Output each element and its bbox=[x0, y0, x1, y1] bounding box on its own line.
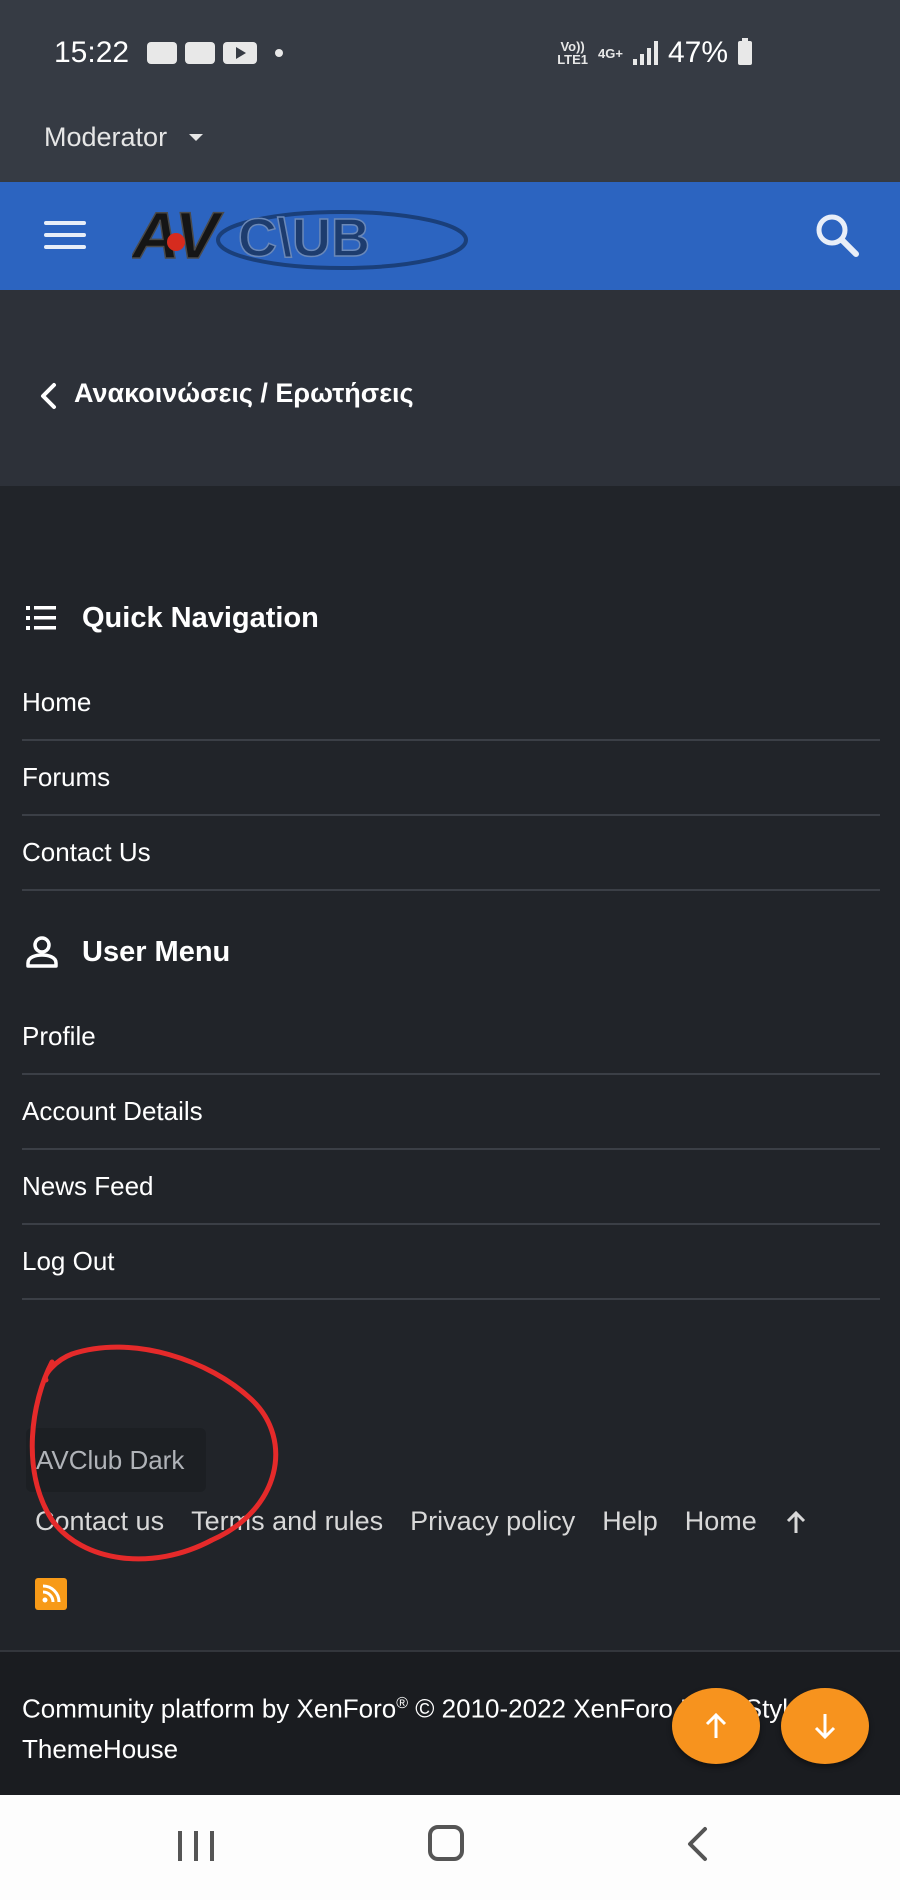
breadcrumb: Ανακοινώσεις / Ερωτήσεις bbox=[0, 290, 900, 486]
footer-link-terms[interactable]: Terms and rules bbox=[191, 1506, 383, 1537]
breadcrumb-link[interactable]: Ανακοινώσεις / Ερωτήσεις bbox=[74, 378, 414, 409]
site-header: AV C\UB bbox=[0, 182, 900, 290]
signal-icon bbox=[632, 41, 658, 65]
user-menu-account-details[interactable]: Account Details bbox=[22, 1075, 880, 1150]
scroll-bottom-button[interactable] bbox=[781, 1688, 869, 1764]
footer-links: Contact us Terms and rules Privacy polic… bbox=[35, 1506, 808, 1537]
nav-item-home[interactable]: Home bbox=[22, 666, 880, 741]
moderator-bar: Moderator bbox=[0, 110, 900, 182]
quick-navigation-heading: Quick Navigation bbox=[22, 598, 319, 638]
list-icon bbox=[26, 606, 56, 630]
chevron-down-icon[interactable] bbox=[189, 134, 203, 141]
outlook-icon bbox=[147, 42, 177, 64]
user-menu-log-out[interactable]: Log Out bbox=[22, 1225, 880, 1300]
footer-link-privacy[interactable]: Privacy policy bbox=[410, 1506, 575, 1537]
copyright-bar: Community platform by XenForo® © 2010-20… bbox=[0, 1650, 900, 1795]
volte-indicator: Vo)) LTE1 bbox=[557, 39, 589, 67]
footer-link-help[interactable]: Help bbox=[602, 1506, 658, 1537]
user-menu-heading: User Menu bbox=[22, 932, 230, 972]
recents-icon[interactable] bbox=[178, 1831, 214, 1861]
nav-item-contact-us[interactable]: Contact Us bbox=[22, 816, 880, 891]
more-notifications-icon bbox=[275, 49, 283, 57]
moderator-menu[interactable]: Moderator bbox=[44, 122, 167, 153]
chevron-left-icon[interactable] bbox=[38, 382, 58, 410]
status-time: 15:22 bbox=[54, 36, 130, 69]
back-icon[interactable] bbox=[685, 1825, 709, 1863]
arrow-down-icon bbox=[814, 1714, 836, 1740]
battery-percent: 47% bbox=[667, 36, 728, 69]
status-indicators: Vo)) LTE1 4G+ 47% bbox=[557, 36, 752, 70]
footer-link-home[interactable]: Home bbox=[685, 1506, 757, 1537]
nav-item-forums[interactable]: Forums bbox=[22, 741, 880, 816]
home-icon[interactable] bbox=[428, 1825, 464, 1861]
style-chooser-button[interactable]: AVClub Dark bbox=[26, 1428, 206, 1492]
search-icon[interactable] bbox=[814, 212, 860, 258]
user-menu-news-feed[interactable]: News Feed bbox=[22, 1150, 880, 1225]
notification-icons bbox=[147, 42, 283, 64]
scroll-top-button[interactable] bbox=[672, 1688, 760, 1764]
arrow-up-icon[interactable] bbox=[784, 1509, 808, 1535]
site-logo[interactable]: AV C\UB bbox=[132, 196, 472, 276]
user-icon bbox=[26, 936, 58, 968]
quick-navigation-title: Quick Navigation bbox=[82, 601, 319, 634]
menu-icon[interactable] bbox=[44, 219, 86, 251]
user-menu-profile[interactable]: Profile bbox=[22, 1000, 880, 1075]
quick-navigation-list: Home Forums Contact Us bbox=[22, 666, 880, 891]
user-menu-list: Profile Account Details News Feed Log Ou… bbox=[22, 1000, 880, 1300]
network-type: 4G+ bbox=[598, 45, 623, 61]
outlook-icon bbox=[185, 42, 215, 64]
battery-icon bbox=[738, 38, 752, 65]
user-menu-title: User Menu bbox=[82, 935, 231, 968]
svg-text:C\UB: C\UB bbox=[238, 208, 370, 268]
rss-icon[interactable] bbox=[35, 1578, 67, 1610]
system-navigation-bar bbox=[0, 1795, 900, 1900]
youtube-icon bbox=[223, 42, 257, 64]
footer-link-contact-us[interactable]: Contact us bbox=[35, 1506, 164, 1537]
status-bar: 15:22 Vo)) LTE1 4G+ 47% bbox=[0, 0, 900, 110]
arrow-up-icon bbox=[705, 1712, 727, 1738]
